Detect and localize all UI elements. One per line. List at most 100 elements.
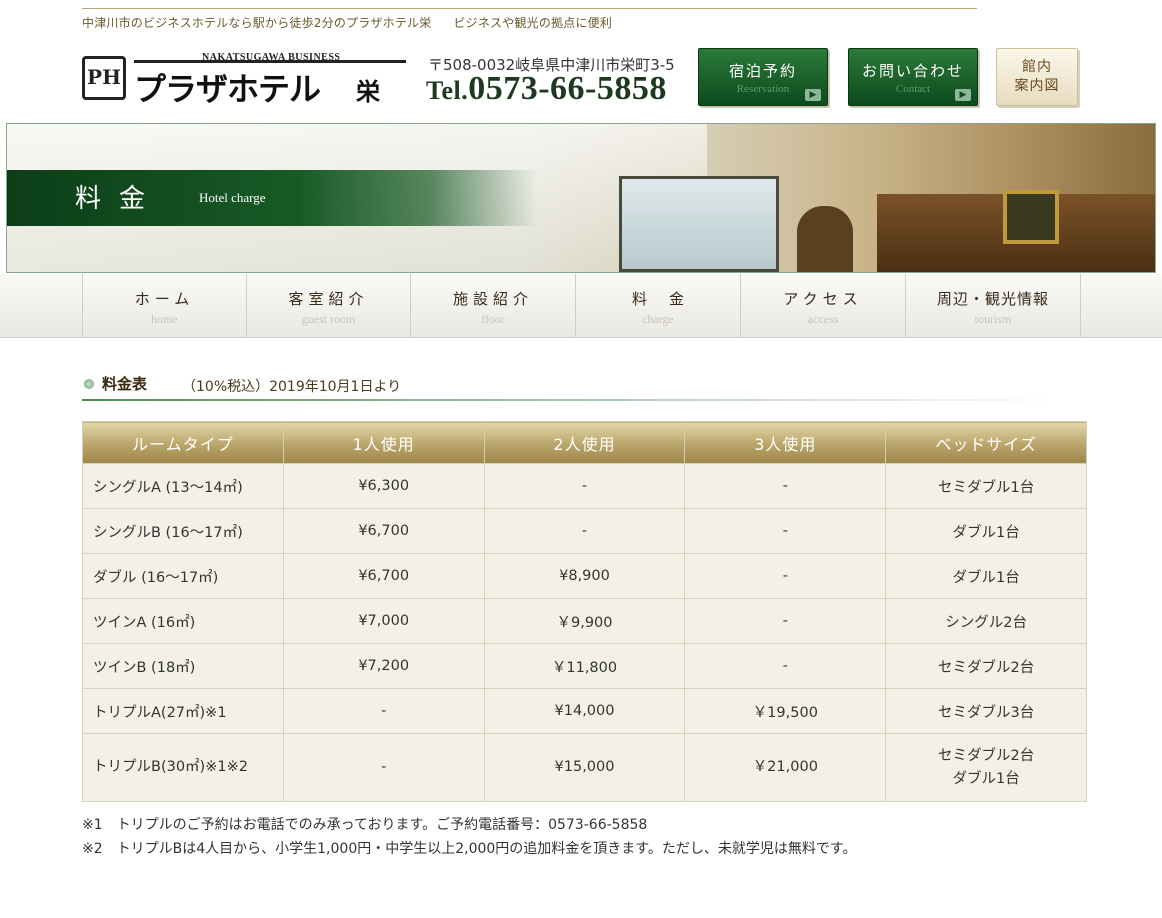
- price-cell: -: [684, 643, 887, 689]
- tel-number: 0573-66-5858: [468, 70, 667, 107]
- tagline-left: 中津川市のビジネスホテルなら駅から徒歩2分のプラザホテル栄: [82, 16, 432, 30]
- contact-label: お問い合わせ: [861, 62, 964, 80]
- bed-size-cell: セミダブル3台: [885, 688, 1087, 734]
- bed-size-cell: セミダブル2台 ダブル1台: [885, 733, 1087, 802]
- nav-access[interactable]: アクセス access: [740, 274, 905, 338]
- page-title: 料金: [75, 184, 164, 214]
- column-header: 1人使用: [282, 421, 485, 464]
- bed-size-line: セミダブル2台: [937, 747, 1035, 764]
- tagline-right: ビジネスや観光の拠点に便利: [453, 16, 613, 30]
- rate-table-heading: 料金表 （10%税込）2019年10月1日より: [82, 372, 1087, 402]
- nav-sublabel: floor: [481, 312, 505, 326]
- bed-size-cell: セミダブル2台: [885, 643, 1087, 689]
- logo-branch: 栄: [356, 78, 380, 106]
- price-cell: ¥6,700: [282, 508, 485, 554]
- banner-window-image: [619, 176, 779, 272]
- bed-size-cell: セミダブル1台: [885, 463, 1087, 509]
- tel-prefix: Tel.: [426, 76, 469, 105]
- site-tagline: 中津川市のビジネスホテルなら駅から徒歩2分のプラザホテル栄 ビジネスや観光の拠点に…: [82, 8, 977, 34]
- table-row: ダブル (16〜17㎡) ¥6,700 ¥8,900 - ダブル1台: [82, 553, 1087, 599]
- main-nav: ホーム home 客室紹介 guest room 施設紹介 floor 料金 c…: [0, 274, 1162, 338]
- footnote-2: ※2 トリプルBは4人目から、小学生1,000円・中学生以上2,000円の追加料…: [82, 841, 857, 857]
- logo-rule: [134, 60, 406, 63]
- hotel-phone[interactable]: Tel.0573-66-5858: [426, 70, 667, 108]
- reservation-button[interactable]: 宿泊予約 Reservation ▶: [698, 48, 828, 106]
- price-cell: -: [282, 733, 485, 802]
- floor-map-line1: 館内: [1022, 59, 1052, 75]
- nav-tourism[interactable]: 周辺・観光情報 tourism: [905, 274, 1080, 338]
- bed-size-cell: ダブル1台: [885, 553, 1087, 599]
- section-note: （10%税込）2019年10月1日より: [182, 379, 402, 395]
- price-cell: -: [282, 688, 485, 734]
- price-cell: ￥21,000: [684, 733, 887, 802]
- banner-door-image: [797, 206, 853, 272]
- nav-label: 周辺・観光情報: [936, 290, 1049, 308]
- nav-label: 料金: [631, 290, 706, 308]
- logo-mark-icon: PH: [82, 56, 126, 100]
- bullet-icon: [84, 379, 94, 389]
- price-cell: -: [684, 463, 887, 509]
- room-type-cell: ツインB (18㎡): [82, 643, 284, 689]
- price-cell: ¥7,000: [282, 598, 485, 644]
- bed-size-cell: ダブル1台: [885, 508, 1087, 554]
- arrow-icon: ▶: [805, 89, 821, 101]
- nav-divider: [1080, 274, 1081, 338]
- price-cell: -: [684, 553, 887, 599]
- column-header: ルームタイプ: [82, 421, 284, 464]
- nav-home[interactable]: ホーム home: [82, 274, 246, 338]
- table-header-row: ルームタイプ 1人使用 2人使用 3人使用 ベッドサイズ: [82, 421, 1087, 464]
- price-cell: ¥8,900: [483, 553, 686, 599]
- table-row: ツインA (16㎡) ¥7,000 ￥9,900 - シングル2台: [82, 598, 1087, 644]
- table-row: ツインB (18㎡) ¥7,200 ￥11,800 - セミダブル2台: [82, 643, 1087, 689]
- column-header: 3人使用: [684, 421, 887, 464]
- nav-charge[interactable]: 料金 charge: [575, 274, 740, 338]
- arrow-icon: ▶: [955, 89, 971, 101]
- nav-label: 客室紹介: [288, 290, 369, 308]
- rate-table: ルームタイプ 1人使用 2人使用 3人使用 ベッドサイズ シングルA (13〜1…: [82, 421, 1087, 802]
- price-cell: ¥7,200: [282, 643, 485, 689]
- price-cell: ￥11,800: [483, 643, 686, 689]
- bed-size-line: ダブル1台: [952, 770, 1020, 787]
- room-type-cell: シングルA (13〜14㎡): [82, 463, 284, 509]
- price-cell: -: [483, 508, 686, 554]
- floor-map-line2: 案内図: [1014, 78, 1060, 94]
- price-cell: ¥6,300: [282, 463, 485, 509]
- price-cell: ¥15,000: [483, 733, 686, 802]
- price-cell: ¥6,700: [282, 553, 485, 599]
- nav-label: ホーム: [134, 290, 195, 308]
- table-row: シングルA (13〜14㎡) ¥6,300 - - セミダブル1台: [82, 463, 1087, 509]
- price-cell: -: [684, 598, 887, 644]
- bed-size-cell: シングル2台: [885, 598, 1087, 644]
- room-type-cell: トリプルB(30㎡)※1※2: [82, 733, 284, 802]
- table-row: シングルB (16〜17㎡) ¥6,700 - - ダブル1台: [82, 508, 1087, 554]
- room-type-cell: シングルB (16〜17㎡): [82, 508, 284, 554]
- reservation-label: 宿泊予約: [728, 62, 797, 80]
- nav-sublabel: access: [807, 312, 839, 326]
- footnote-1: ※1 トリプルのご予約はお電話でのみ承っております。ご予約電話番号：0573-6…: [82, 817, 648, 833]
- column-header: ベッドサイズ: [885, 421, 1087, 464]
- contact-button[interactable]: お問い合わせ Contact ▶: [848, 48, 978, 106]
- page-banner: 料金 Hotel charge: [6, 123, 1156, 273]
- table-row: トリプルB(30㎡)※1※2 - ¥15,000 ￥21,000 セミダブル2台…: [82, 733, 1087, 802]
- logo-name: プラザホテル: [134, 70, 321, 108]
- table-row: トリプルA(27㎡)※1 - ¥14,000 ￥19,500 セミダブル3台: [82, 688, 1087, 734]
- hotel-logo[interactable]: PH NAKATSUGAWA BUSINESS プラザホテル 栄: [82, 52, 412, 108]
- floor-map-label: 館内 案内図: [997, 58, 1077, 96]
- room-type-cell: ツインA (16㎡): [82, 598, 284, 644]
- column-header: 2人使用: [483, 421, 686, 464]
- section-rule: [82, 399, 1062, 401]
- nav-label: アクセス: [783, 290, 863, 308]
- nav-guest-room[interactable]: 客室紹介 guest room: [246, 274, 410, 338]
- floor-map-button[interactable]: 館内 案内図: [996, 48, 1078, 106]
- banner-painting-image: [1003, 190, 1059, 244]
- price-cell: ￥19,500: [684, 688, 887, 734]
- nav-sublabel: home: [151, 312, 178, 326]
- page-subtitle: Hotel charge: [199, 190, 266, 205]
- nav-sublabel: tourism: [974, 312, 1012, 326]
- nav-sublabel: guest room: [301, 312, 356, 326]
- price-cell: ¥14,000: [483, 688, 686, 734]
- nav-floor[interactable]: 施設紹介 floor: [410, 274, 575, 338]
- price-cell: -: [483, 463, 686, 509]
- nav-sublabel: charge: [642, 312, 674, 326]
- room-type-cell: トリプルA(27㎡)※1: [82, 688, 284, 734]
